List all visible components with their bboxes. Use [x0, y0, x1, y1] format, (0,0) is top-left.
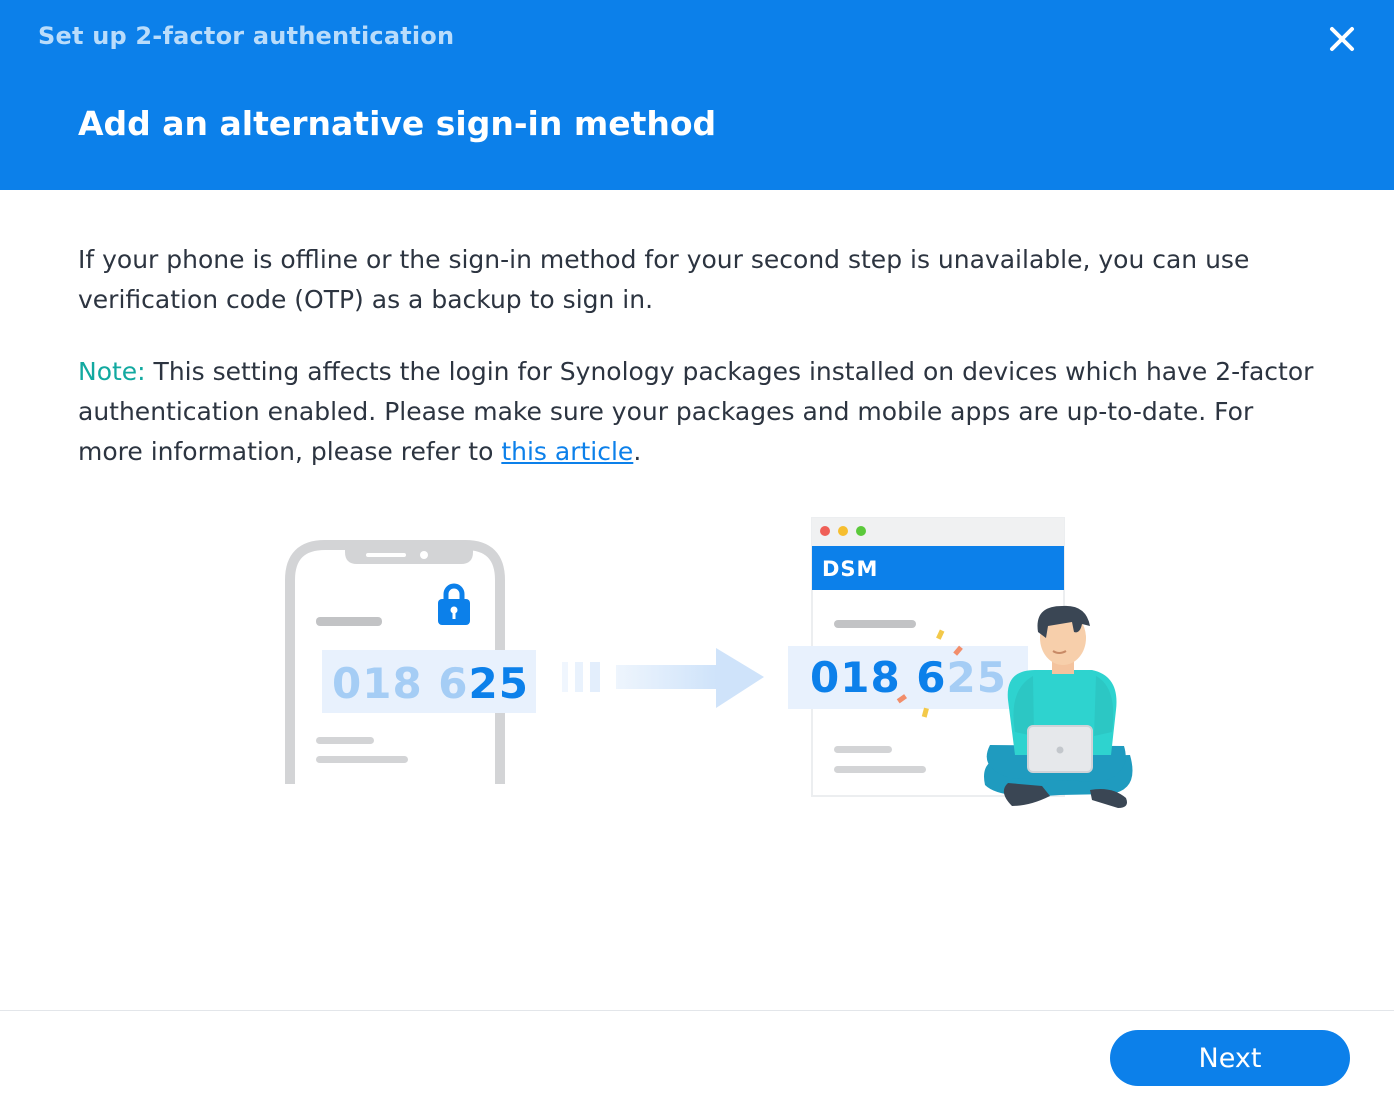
footer-divider	[0, 1010, 1394, 1011]
article-link[interactable]: this article	[501, 437, 633, 466]
note-text: This setting affects the login for Synol…	[78, 357, 1314, 466]
svg-text:018 625: 018 625	[810, 653, 1007, 702]
note-paragraph: Note: This setting affects the login for…	[78, 352, 1318, 472]
setup-2fa-dialog: Set up 2-factor authentication Add an al…	[0, 0, 1394, 1102]
dsm-label: DSM	[822, 557, 878, 581]
svg-text:018 625: 018 625	[332, 659, 529, 708]
window-title: Set up 2-factor authentication	[38, 22, 455, 50]
dsm-code-bold: 018 6	[810, 653, 947, 702]
intro-text: If your phone is offline or the sign-in …	[78, 245, 1250, 314]
note-end: .	[633, 437, 642, 466]
dialog-header: Set up 2-factor authentication Add an al…	[0, 0, 1394, 190]
page-title: Add an alternative sign-in method	[78, 104, 717, 143]
arrow-icon	[562, 648, 764, 708]
close-button[interactable]	[1322, 20, 1362, 60]
next-button[interactable]: Next	[1110, 1030, 1350, 1086]
note-label: Note:	[78, 357, 146, 386]
phone-illustration: 018 625	[285, 540, 536, 784]
dsm-code-faded: 25	[947, 653, 1007, 702]
otp-backup-illustration: 018 625 DSM 018 625	[285, 517, 1133, 808]
close-icon	[1330, 27, 1354, 51]
phone-code-faded: 018 6	[332, 659, 469, 708]
phone-code-bold: 25	[469, 659, 529, 708]
